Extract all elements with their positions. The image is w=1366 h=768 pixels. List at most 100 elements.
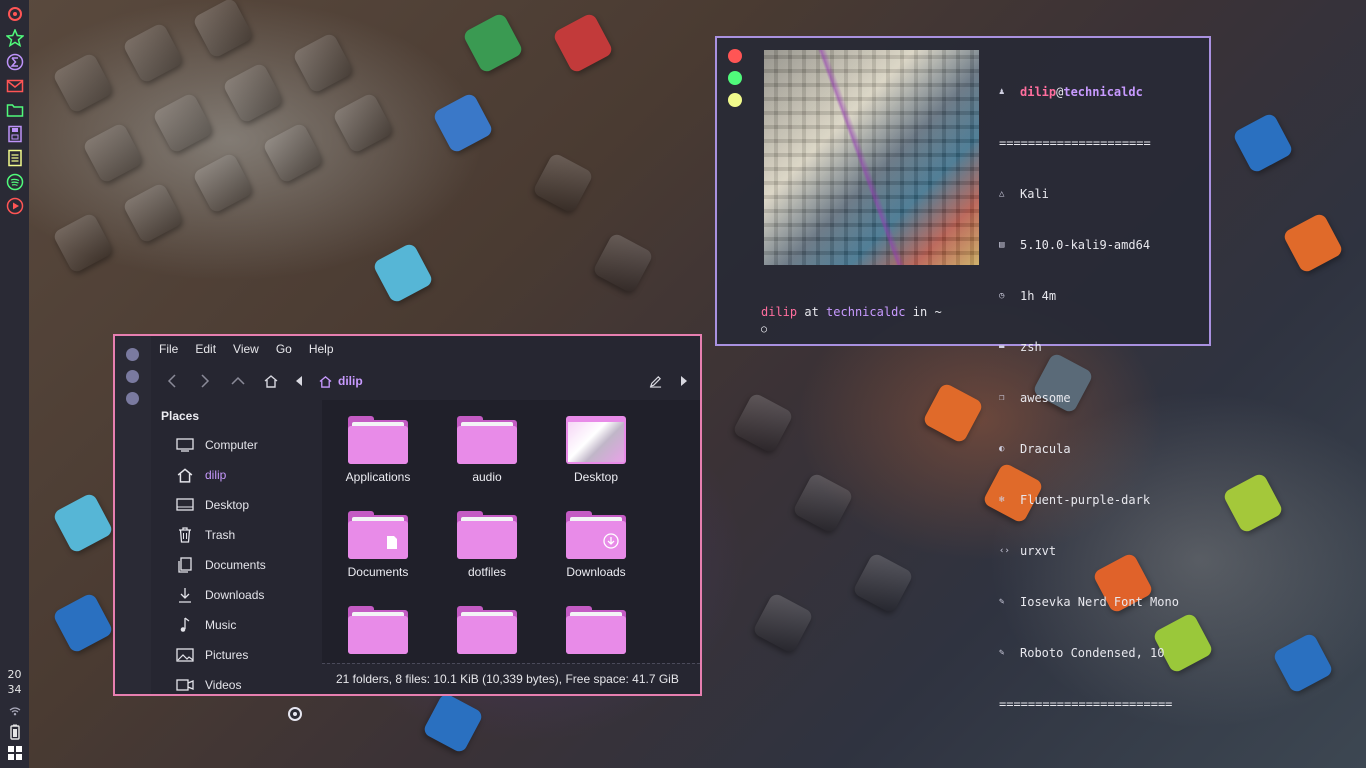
floppy-icon[interactable] <box>5 124 25 144</box>
toolbar: dilip <box>151 362 700 400</box>
battery-icon[interactable] <box>0 724 29 740</box>
spotify-icon[interactable] <box>5 172 25 192</box>
pictures-icon <box>175 647 195 663</box>
minimize-button[interactable] <box>728 93 742 107</box>
star-icon[interactable] <box>5 28 25 48</box>
icons-icon: ❄ <box>999 495 1005 505</box>
fetch-image <box>764 50 979 265</box>
downloads-icon <box>175 587 195 603</box>
file-item-documents[interactable]: Documents <box>323 511 433 579</box>
path-left-button[interactable] <box>287 366 311 396</box>
file-item[interactable] <box>323 606 433 660</box>
file-item-desktop[interactable]: Desktop <box>541 416 651 484</box>
menu-go[interactable]: Go <box>276 342 292 356</box>
file-label: Desktop <box>573 470 619 484</box>
shell-prompt[interactable]: dilip at technicaldc in ~ ○ <box>761 304 942 338</box>
prompt-host: technicaldc <box>826 305 906 319</box>
file-item-dotfiles[interactable]: dotfiles <box>432 511 542 579</box>
grid-icon[interactable] <box>0 745 29 761</box>
places-header: Places <box>161 409 200 423</box>
place-music[interactable]: Music <box>175 614 236 636</box>
trash-icon <box>175 527 195 543</box>
place-documents[interactable]: Documents <box>175 554 266 576</box>
folder-icon <box>348 511 408 559</box>
prompt-dir: ~ <box>934 305 942 319</box>
info-term-font: Iosevka Nerd Font Mono <box>1020 595 1179 609</box>
place-trash[interactable]: Trash <box>175 524 235 546</box>
forward-button[interactable] <box>188 366 221 396</box>
menu-view[interactable]: View <box>233 342 259 356</box>
theme-icon: ◐ <box>999 444 1005 454</box>
place-pictures[interactable]: Pictures <box>175 644 248 666</box>
maximize-button[interactable] <box>728 71 742 85</box>
terminal-icon: ‹› <box>999 546 1010 556</box>
info-kernel: 5.10.0-kali9-amd64 <box>1020 238 1151 252</box>
folder-icon[interactable] <box>5 100 25 120</box>
path-right-button[interactable] <box>672 366 696 396</box>
place-label: Pictures <box>205 648 249 662</box>
clock-hour: 20 <box>7 668 22 681</box>
file-label: Downloads <box>566 565 626 579</box>
debian-swirl-icon[interactable] <box>5 4 25 24</box>
desktop-folder-icon <box>566 416 626 464</box>
maximize-button[interactable] <box>126 370 139 383</box>
mail-icon[interactable] <box>5 76 25 96</box>
info-wm: awesome <box>1020 391 1071 405</box>
minimize-button[interactable] <box>126 392 139 405</box>
place-label: Music <box>205 618 237 632</box>
sigma-icon[interactable] <box>5 52 25 72</box>
fetch-host: technicaldc <box>1063 85 1143 99</box>
place-label: Trash <box>205 528 236 542</box>
file-label: audio <box>472 470 502 484</box>
prompt-symbol: ○ <box>761 324 768 335</box>
download-emblem-icon <box>603 533 619 549</box>
breadcrumb[interactable]: dilip <box>319 374 363 388</box>
place-videos[interactable]: Videos <box>175 674 241 694</box>
file-item-applications[interactable]: Applications <box>323 416 433 484</box>
videos-icon <box>175 677 195 693</box>
up-button[interactable] <box>221 366 254 396</box>
music-icon <box>175 617 195 633</box>
home-button[interactable] <box>254 366 287 396</box>
info-terminal: urxvt <box>1020 544 1057 558</box>
place-downloads[interactable]: Downloads <box>175 584 264 606</box>
place-computer[interactable]: Computer <box>175 434 258 456</box>
place-desktop[interactable]: Desktop <box>175 494 249 516</box>
clock-minute: 34 <box>7 683 22 696</box>
fetch-user: dilip <box>1020 85 1057 99</box>
close-button[interactable] <box>728 49 742 63</box>
file-item[interactable] <box>432 606 542 660</box>
file-grid: Applications audio Desktop Documents dot… <box>322 400 700 664</box>
home-icon <box>319 375 332 388</box>
status-text: 21 folders, 8 files: 10.1 KiB (10,339 by… <box>336 672 679 686</box>
home-icon <box>175 467 195 483</box>
menu-edit[interactable]: Edit <box>195 342 216 356</box>
clock: 20 34 <box>0 667 29 697</box>
folder-icon <box>457 416 517 464</box>
fetch-info: ♟ dilip @ technicaldc ==================… <box>999 50 1179 747</box>
wifi-icon[interactable] <box>0 706 29 716</box>
place-label: Desktop <box>205 498 250 512</box>
close-button[interactable] <box>126 348 139 361</box>
play-icon[interactable] <box>5 196 25 216</box>
file-item-downloads[interactable]: Downloads <box>541 511 651 579</box>
place-label: Computer <box>205 438 258 452</box>
user-icon: ♟ <box>999 87 1005 97</box>
file-item[interactable] <box>541 606 651 660</box>
places-sidebar: Places Computer dilip Desktop Trash Docu… <box>151 400 322 694</box>
file-label: dotfiles <box>467 565 507 579</box>
terminal-window[interactable]: ♟ dilip @ technicaldc ==================… <box>715 36 1211 711</box>
back-button[interactable] <box>155 366 188 396</box>
computer-icon <box>175 437 195 453</box>
font-icon: ✎ <box>999 648 1005 658</box>
fetch-at: @ <box>1056 85 1064 99</box>
file-item-audio[interactable]: audio <box>432 416 542 484</box>
edit-path-button[interactable] <box>639 366 672 396</box>
menu-help[interactable]: Help <box>309 342 334 356</box>
place-home[interactable]: dilip <box>175 464 226 486</box>
file-manager-window[interactable]: File Edit View Go Help dilip Places Comp… <box>113 334 702 696</box>
file-label: Applications <box>345 470 411 484</box>
menu-file[interactable]: File <box>159 342 178 356</box>
notes-icon[interactable] <box>5 148 25 168</box>
side-panel <box>0 0 29 768</box>
